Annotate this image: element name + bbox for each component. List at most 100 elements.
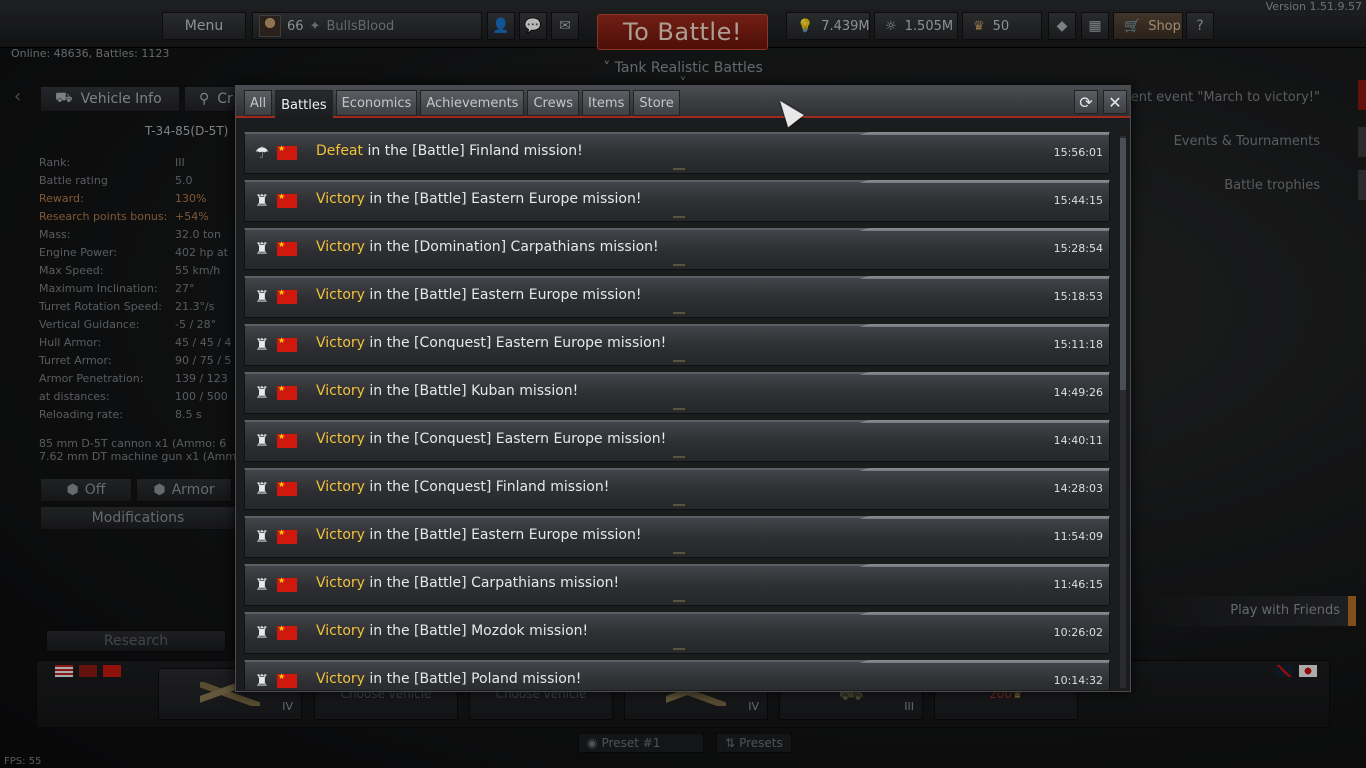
entry-message: Victory in the [Conquest] Eastern Europe… xyxy=(316,335,666,351)
expand-chevron-icon[interactable] xyxy=(673,260,685,266)
entry-description: in the [Battle] Eastern Europe mission! xyxy=(364,527,642,543)
expand-chevron-icon[interactable] xyxy=(673,212,685,218)
ussr-flag-icon xyxy=(277,192,297,208)
tab-store[interactable]: Store xyxy=(633,90,680,116)
battle-log-entry[interactable]: ♜ Victory in the [Battle] Carpathians mis… xyxy=(244,564,1110,606)
battle-log-entry[interactable]: ♜ Victory in the [Conquest] Finland missi… xyxy=(244,468,1110,510)
trophy-icon: ♜ xyxy=(254,575,270,594)
trophy-icon: ♜ xyxy=(254,431,270,450)
ussr-flag-icon xyxy=(277,576,297,592)
trophy-icon: ♜ xyxy=(254,335,270,354)
refresh-icon: ⟳ xyxy=(1079,92,1093,112)
entry-message: Victory in the [Conquest] Finland missio… xyxy=(316,479,609,495)
tab-all[interactable]: All xyxy=(244,90,273,116)
battle-log-entry[interactable]: ♜ Victory in the [Battle] Kuban mission! 1… xyxy=(244,372,1110,414)
entry-time: 10:14:32 xyxy=(1053,674,1103,687)
entry-result: Victory xyxy=(316,479,365,495)
entry-result: Victory xyxy=(316,623,365,639)
entry-result: Victory xyxy=(316,335,365,351)
entry-time: 15:18:53 xyxy=(1053,290,1103,303)
entry-time: 15:28:54 xyxy=(1053,242,1103,255)
entry-description: in the [Battle] Kuban mission! xyxy=(364,383,579,399)
entry-result: Victory xyxy=(316,671,365,687)
tab-bar: All Battles Economics Achievements Crews Item… xyxy=(244,90,680,119)
trophy-icon: ♜ xyxy=(254,527,270,546)
tab-achievements[interactable]: Achievements xyxy=(420,90,525,116)
expand-chevron-icon[interactable] xyxy=(673,548,685,554)
entry-description: in the [Battle] Mozdok mission! xyxy=(364,623,589,639)
trophy-icon: ♜ xyxy=(254,671,270,690)
parachute-icon: ☂ xyxy=(254,143,270,162)
entry-result: Defeat xyxy=(316,143,364,159)
trophy-icon: ♜ xyxy=(254,239,270,258)
scroll-thumb[interactable] xyxy=(1120,138,1126,390)
tab-economics[interactable]: Economics xyxy=(335,90,418,116)
tab-crews[interactable]: Crews xyxy=(527,90,579,116)
expand-chevron-icon[interactable] xyxy=(673,356,685,362)
entry-time: 14:40:11 xyxy=(1053,434,1103,447)
battle-log-entry[interactable]: ☂ Defeat in the [Battle] Finland mission!… xyxy=(244,132,1110,174)
entry-message: Victory in the [Battle] Eastern Europe m… xyxy=(316,287,641,303)
entry-result: Victory xyxy=(316,239,365,255)
battle-log-entry[interactable]: ♜ Victory in the [Battle] Mozdok mission!… xyxy=(244,612,1110,654)
entry-time: 15:44:15 xyxy=(1053,194,1103,207)
tab-battles[interactable]: Battles xyxy=(275,90,333,119)
entry-result: Victory xyxy=(316,575,365,591)
battle-log-entry[interactable]: ♜ Victory in the [Conquest] Eastern Europ… xyxy=(244,420,1110,462)
entry-description: in the [Battle] Carpathians mission! xyxy=(364,575,620,591)
ussr-flag-icon xyxy=(277,384,297,400)
trophy-icon: ♜ xyxy=(254,479,270,498)
entry-description: in the [Conquest] Eastern Europe mission… xyxy=(364,431,667,447)
expand-chevron-icon[interactable] xyxy=(673,452,685,458)
expand-chevron-icon[interactable] xyxy=(673,596,685,602)
entry-time: 15:11:18 xyxy=(1053,338,1103,351)
entry-description: in the [Conquest] Finland mission! xyxy=(364,479,610,495)
trophy-icon: ♜ xyxy=(254,287,270,306)
entry-result: Victory xyxy=(316,431,365,447)
entry-message: Victory in the [Conquest] Eastern Europe… xyxy=(316,431,666,447)
entry-time: 14:28:03 xyxy=(1053,482,1103,495)
entry-result: Victory xyxy=(316,191,365,207)
entry-time: 10:26:02 xyxy=(1053,626,1103,639)
battle-log-entry[interactable]: ♜ Victory in the [Conquest] Eastern Europ… xyxy=(244,324,1110,366)
battle-log-entry[interactable]: ♜ Victory in the [Battle] Eastern Europe … xyxy=(244,516,1110,558)
trophy-icon: ♜ xyxy=(254,623,270,642)
battle-log-entry[interactable]: ♜ Victory in the [Battle] Eastern Europe … xyxy=(244,276,1110,318)
close-icon: ✕ xyxy=(1108,92,1122,112)
entry-message: Victory in the [Battle] Carpathians miss… xyxy=(316,575,619,591)
ussr-flag-icon xyxy=(277,144,297,160)
entry-time: 14:49:26 xyxy=(1053,386,1103,399)
trophy-icon: ♜ xyxy=(254,383,270,402)
entry-time: 11:46:15 xyxy=(1053,578,1103,591)
battle-log-list: ☂ Defeat in the [Battle] Finland mission!… xyxy=(244,132,1112,690)
battle-log-entry[interactable]: ♜ Victory in the [Battle] Poland mission!… xyxy=(244,660,1110,690)
battle-log-entry[interactable]: ♜ Victory in the [Battle] Eastern Europe … xyxy=(244,180,1110,222)
expand-chevron-icon[interactable] xyxy=(673,404,685,410)
refresh-button[interactable]: ⟳ xyxy=(1074,90,1098,114)
entry-message: Victory in the [Battle] Kuban mission! xyxy=(316,383,578,399)
entry-message: Victory in the [Battle] Poland mission! xyxy=(316,671,581,687)
entry-message: Defeat in the [Battle] Finland mission! xyxy=(316,143,583,159)
ussr-flag-icon xyxy=(277,528,297,544)
battle-log-entry[interactable]: ♜ Victory in the [Domination] Carpathians… xyxy=(244,228,1110,270)
ussr-flag-icon xyxy=(277,432,297,448)
expand-chevron-icon[interactable] xyxy=(673,644,685,650)
close-button[interactable]: ✕ xyxy=(1103,90,1127,114)
scrollbar[interactable] xyxy=(1120,136,1126,688)
entry-description: in the [Conquest] Eastern Europe mission… xyxy=(364,335,667,351)
entry-description: in the [Battle] Poland mission! xyxy=(364,671,582,687)
expand-chevron-icon[interactable] xyxy=(673,500,685,506)
expand-chevron-icon[interactable] xyxy=(673,164,685,170)
entry-description: in the [Battle] Eastern Europe mission! xyxy=(364,287,642,303)
entry-result: Victory xyxy=(316,527,365,543)
ussr-flag-icon xyxy=(277,240,297,256)
entry-time: 15:56:01 xyxy=(1053,146,1103,159)
tab-items[interactable]: Items xyxy=(581,90,631,116)
entry-message: Victory in the [Domination] Carpathians … xyxy=(316,239,659,255)
expand-chevron-icon[interactable] xyxy=(673,308,685,314)
entry-message: Victory in the [Battle] Eastern Europe m… xyxy=(316,191,641,207)
ussr-flag-icon xyxy=(277,480,297,496)
entry-time: 11:54:09 xyxy=(1053,530,1103,543)
entry-message: Victory in the [Battle] Eastern Europe m… xyxy=(316,527,641,543)
ussr-flag-icon xyxy=(277,672,297,688)
